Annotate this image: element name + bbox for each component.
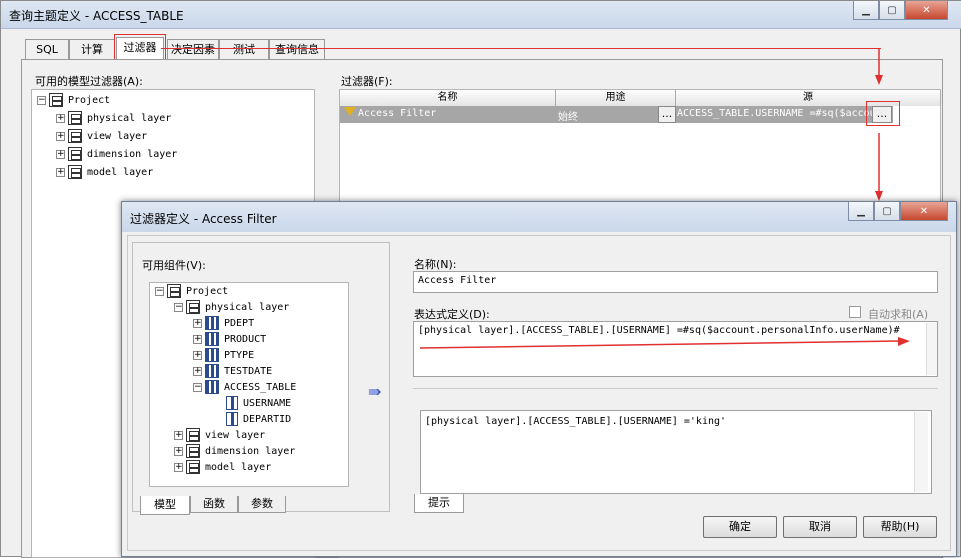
maximize-button[interactable]: ▢ xyxy=(879,1,905,20)
layer-icon xyxy=(68,129,82,143)
filter-name: Access Filter xyxy=(358,108,437,119)
table-icon xyxy=(205,348,219,362)
dialog-title-bar: 过滤器定义 - Access Filter ▁ ▢ ✕ xyxy=(122,202,956,232)
ok-button[interactable]: 确定 xyxy=(703,516,777,538)
expression-annotation-arrow xyxy=(419,337,910,349)
name-input[interactable]: Access Filter xyxy=(413,271,938,293)
tab-parameters[interactable]: 参数 xyxy=(238,496,286,513)
col-header-usage[interactable]: 用途 xyxy=(556,90,676,106)
tab-underline-annotation xyxy=(161,48,881,49)
dialog-close-button[interactable]: ✕ xyxy=(900,202,948,221)
expression-label: 表达式定义(D): xyxy=(414,308,490,321)
insert-arrow-button[interactable]: ⇛ xyxy=(368,382,381,401)
title-bar: 查询主题定义 - ACCESS_TABLE ▁ ▢ ✕ xyxy=(1,1,961,29)
comp-tree-table-ptype[interactable]: + PTYPE xyxy=(193,348,254,362)
col-header-source[interactable]: 源 xyxy=(676,90,941,106)
filters-label: 过滤器(F): xyxy=(341,75,393,88)
tab-sql[interactable]: SQL xyxy=(25,39,69,59)
layer-icon xyxy=(68,111,82,125)
filter-source: ACCESS_TABLE.USERNAME =#sq($accou xyxy=(677,108,876,119)
project-icon xyxy=(49,93,63,107)
tab-model[interactable]: 模型 xyxy=(140,496,190,515)
annotation-arrows xyxy=(875,49,883,201)
usage-browse-button[interactable]: ... xyxy=(658,106,676,123)
comp-tree-physical-layer[interactable]: − physical layer xyxy=(174,300,289,314)
table-icon xyxy=(205,332,219,346)
auto-sum-label: 自动求和(A) xyxy=(868,308,929,321)
name-label: 名称(N): xyxy=(414,258,457,271)
tab-functions[interactable]: 函数 xyxy=(190,496,238,513)
tab-determinants[interactable]: 决定因素 xyxy=(167,39,219,59)
layer-icon xyxy=(186,300,200,314)
col-header-name[interactable]: 名称 xyxy=(340,90,556,106)
tree-item-physical-layer[interactable]: + physical layer xyxy=(56,111,171,125)
tab-hints[interactable]: 提示 xyxy=(414,494,464,513)
layer-icon xyxy=(186,460,200,474)
auto-sum-checkbox[interactable] xyxy=(849,306,861,318)
layer-icon xyxy=(68,165,82,179)
tree-item-project[interactable]: − Project xyxy=(37,93,110,107)
components-label: 可用组件(V): xyxy=(142,259,206,272)
column-icon xyxy=(226,396,238,410)
comp-tree-table-access[interactable]: − ACCESS_TABLE xyxy=(193,380,296,394)
tree-item-model-layer[interactable]: + model layer xyxy=(56,165,153,179)
comp-tree-table-pdept[interactable]: + PDEPT xyxy=(193,316,254,330)
dialog-minimize-button[interactable]: ▁ xyxy=(848,202,874,221)
comp-tree-table-testdate[interactable]: + TESTDATE xyxy=(193,364,272,378)
dialog-maximize-button[interactable]: ▢ xyxy=(874,202,900,221)
expression-scrollbar[interactable] xyxy=(926,323,937,375)
filter-row[interactable]: Access Filter 始终 ... ACCESS_TABLE.USERNA… xyxy=(340,106,893,123)
comp-tree-view-layer[interactable]: + view layer xyxy=(174,428,265,442)
layer-icon xyxy=(186,428,200,442)
column-icon xyxy=(226,412,238,426)
tree-item-view-layer[interactable]: + view layer xyxy=(56,129,147,143)
filter-icon xyxy=(344,107,356,116)
table-icon xyxy=(205,380,219,394)
hint-scrollbar[interactable] xyxy=(914,412,928,492)
available-filters-label: 可用的模型过滤器(A): xyxy=(35,75,143,88)
comp-tree-project[interactable]: − Project xyxy=(155,284,228,298)
help-button[interactable]: 帮助(H) xyxy=(863,516,937,538)
tree-item-dimension-layer[interactable]: + dimension layer xyxy=(56,147,177,161)
highlight-filters-tab xyxy=(114,34,166,61)
comp-tree-column-departid[interactable]: DEPARTID xyxy=(226,412,291,426)
comp-tree-column-username[interactable]: USERNAME xyxy=(226,396,291,410)
tab-calc[interactable]: 计算 xyxy=(69,39,115,59)
tab-query-info[interactable]: 查询信息 xyxy=(269,39,325,59)
comp-tree-dimension-layer[interactable]: + dimension layer xyxy=(174,444,295,458)
filter-definition-dialog: 过滤器定义 - Access Filter ▁ ▢ ✕ 可用组件(V): − Pr… xyxy=(121,201,957,557)
layer-icon xyxy=(68,147,82,161)
table-icon xyxy=(205,316,219,330)
tab-test[interactable]: 测试 xyxy=(219,39,269,59)
comp-tree-model-layer[interactable]: + model layer xyxy=(174,460,271,474)
layer-icon xyxy=(186,444,200,458)
expression-splitter[interactable] xyxy=(413,388,938,390)
project-icon xyxy=(167,284,181,298)
minimize-button[interactable]: ▁ xyxy=(853,1,879,20)
close-button[interactable]: ✕ xyxy=(905,1,948,20)
hint-panel: [physical layer].[ACCESS_TABLE].[USERNAM… xyxy=(420,410,932,494)
filter-usage: 始终 xyxy=(558,112,578,123)
cancel-button[interactable]: 取消 xyxy=(783,516,857,538)
comp-tree-table-product[interactable]: + PRODUCT xyxy=(193,332,266,346)
dialog-title: 过滤器定义 - Access Filter xyxy=(130,212,277,226)
window-title: 查询主题定义 - ACCESS_TABLE xyxy=(9,9,184,23)
table-icon xyxy=(205,364,219,378)
